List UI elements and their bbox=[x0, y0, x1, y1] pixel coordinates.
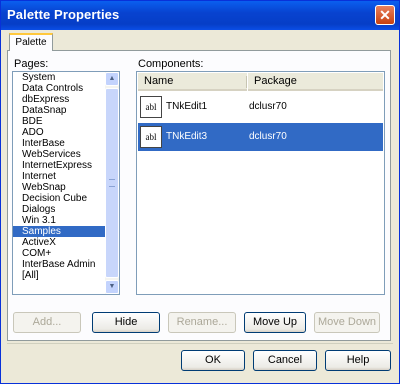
column-separator[interactable] bbox=[246, 76, 247, 88]
page-item[interactable]: InterBase Admin bbox=[13, 259, 106, 270]
rename-button[interactable]: Rename... bbox=[168, 312, 236, 333]
move-up-button[interactable]: Move Up bbox=[244, 312, 306, 333]
pages-scrollbar[interactable]: ▲ ▼ bbox=[105, 72, 119, 294]
component-row[interactable]: abl TNkEdit1 dclusr70 bbox=[138, 93, 383, 121]
separator-line bbox=[7, 343, 393, 344]
cancel-button[interactable]: Cancel bbox=[253, 350, 317, 371]
scroll-down-icon[interactable]: ▼ bbox=[105, 280, 119, 294]
tab-palette[interactable]: Palette bbox=[9, 33, 53, 51]
component-name: TNkEdit3 bbox=[166, 131, 208, 142]
page-item[interactable]: InternetExpress bbox=[13, 160, 106, 171]
page-item[interactable]: WebServices bbox=[13, 149, 106, 160]
component-row[interactable]: abl TNkEdit3 dclusr70 bbox=[138, 123, 383, 151]
page-item[interactable]: Win 3.1 bbox=[13, 215, 106, 226]
page-item[interactable]: WebSnap bbox=[13, 182, 106, 193]
grip-icon bbox=[109, 179, 115, 187]
component-package: dclusr70 bbox=[249, 101, 287, 112]
page-item[interactable]: [All] bbox=[13, 270, 106, 281]
page-item[interactable]: Decision Cube bbox=[13, 193, 106, 204]
scroll-up-icon[interactable]: ▲ bbox=[105, 72, 119, 86]
move-down-button[interactable]: Move Down bbox=[314, 312, 380, 333]
window-title: Palette Properties bbox=[7, 7, 120, 22]
page-item[interactable]: InterBase bbox=[13, 138, 106, 149]
page-item[interactable]: BDE bbox=[13, 116, 106, 127]
pages-label: Pages: bbox=[14, 58, 49, 70]
page-item[interactable]: ADO bbox=[13, 127, 106, 138]
ok-button[interactable]: OK bbox=[181, 350, 245, 371]
page-item[interactable]: Data Controls bbox=[13, 83, 106, 94]
hide-button[interactable]: Hide bbox=[92, 312, 160, 333]
page-item[interactable]: ActiveX bbox=[13, 237, 106, 248]
edit-component-icon: abl bbox=[140, 126, 162, 148]
pages-listbox[interactable]: System Data Controls dbExpress DataSnap BDE A… bbox=[12, 71, 120, 295]
close-icon[interactable]: ✕ bbox=[375, 5, 395, 25]
component-package: dclusr70 bbox=[249, 131, 287, 142]
components-listview[interactable]: Name Package abl TNkEdit1 dclusr70 abl TNkEd… bbox=[136, 71, 385, 295]
page-item[interactable]: Samples bbox=[13, 226, 106, 237]
page-item[interactable]: System bbox=[13, 72, 106, 83]
scroll-thumb[interactable] bbox=[105, 88, 119, 278]
column-header-name[interactable]: Name bbox=[138, 73, 247, 91]
help-button[interactable]: Help bbox=[325, 350, 391, 371]
title-bar[interactable]: Palette Properties ✕ bbox=[1, 1, 399, 30]
page-item[interactable]: DataSnap bbox=[13, 105, 106, 116]
page-item[interactable]: COM+ bbox=[13, 248, 106, 259]
page-item[interactable]: Internet bbox=[13, 171, 106, 182]
palette-properties-window: Palette Properties ✕ Palette Pages: Syst… bbox=[0, 0, 400, 384]
component-name: TNkEdit1 bbox=[166, 101, 208, 112]
column-header-package[interactable]: Package bbox=[248, 73, 383, 91]
edit-component-icon: abl bbox=[140, 96, 162, 118]
add-button[interactable]: Add... bbox=[13, 312, 81, 333]
page-item[interactable]: Dialogs bbox=[13, 204, 106, 215]
page-item[interactable]: dbExpress bbox=[13, 94, 106, 105]
pages-items: System Data Controls dbExpress DataSnap BDE A… bbox=[13, 72, 106, 281]
components-label: Components: bbox=[138, 58, 204, 70]
